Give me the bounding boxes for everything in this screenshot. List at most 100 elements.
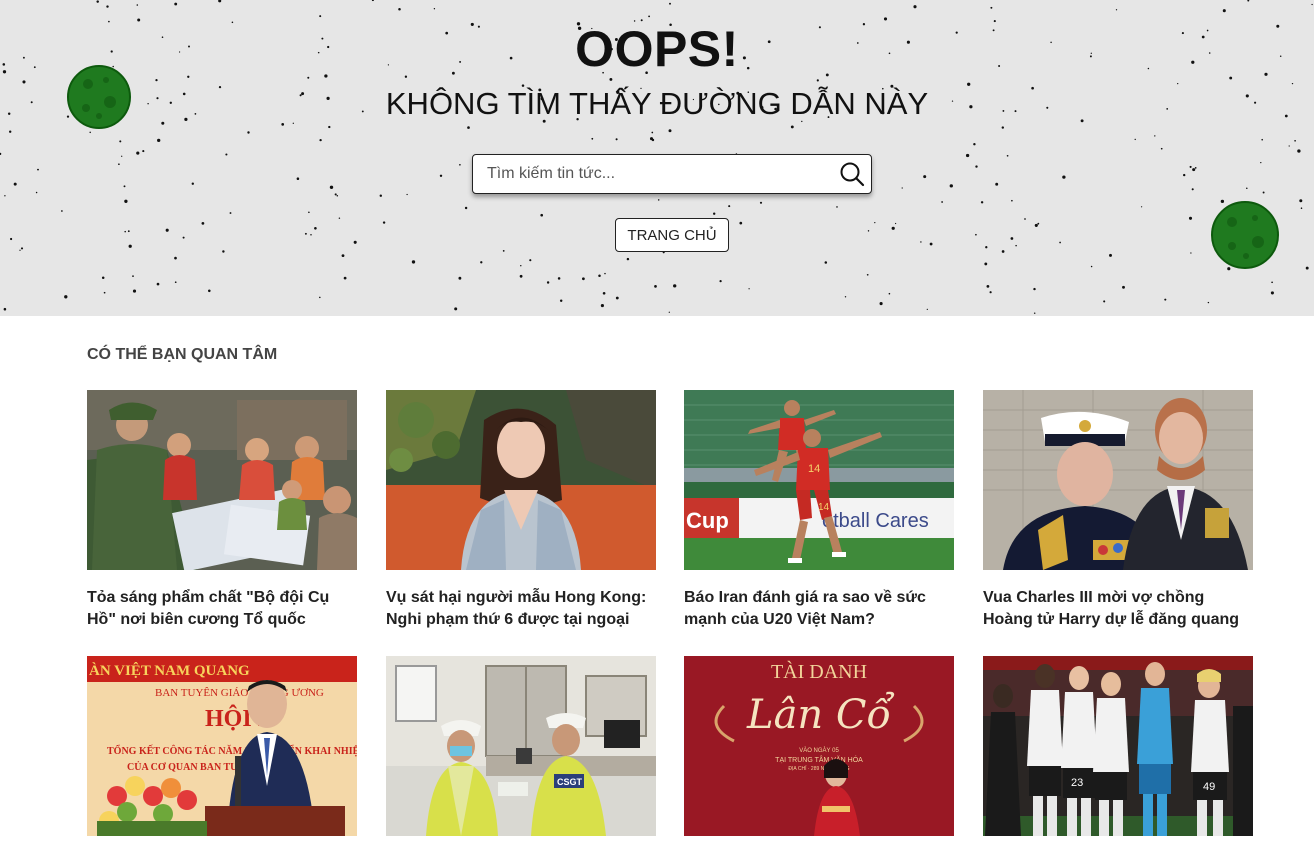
article-thumbnail[interactable]: ÀN VIỆT NAM QUANG BAN TUYÊN GIÁO TRUNG Ư… (87, 656, 357, 836)
banner-org-text: BAN TUYÊN GIÁO TRUNG ƯƠNG (155, 687, 324, 699)
star-dot (790, 125, 794, 129)
article-thumbnail[interactable] (386, 390, 656, 570)
article-title[interactable]: Vua Charles III mời vợ chồng Hoàng tử Ha… (983, 587, 1253, 631)
article-thumbnail[interactable]: TÀI DANH Lân Cổ VÀO NGÀY 05 TẠI TRUNG TÂ… (684, 656, 954, 836)
star-dot (1115, 9, 1118, 11)
article-thumbnail[interactable] (87, 390, 357, 570)
star-dot (986, 285, 990, 288)
star-dot (1034, 223, 1038, 227)
star-dot (1006, 154, 1009, 157)
star-dot (22, 80, 26, 84)
star-dot (1222, 9, 1226, 13)
star-dot (124, 199, 128, 203)
search-icon[interactable] (839, 161, 865, 187)
star-dot (989, 291, 992, 294)
star-dot (949, 184, 953, 188)
article-card[interactable]: Cup otball Cares 14 14 Báo Iran đánh giá (684, 390, 954, 631)
star-dot (615, 138, 618, 141)
star-dot (657, 199, 660, 201)
star-dot (995, 182, 999, 186)
star-dot (1033, 287, 1036, 291)
star-dot (980, 201, 984, 204)
star-dot (759, 201, 763, 204)
home-button[interactable]: TRANG CHỦ (615, 218, 729, 252)
star-dot (975, 165, 978, 168)
star-dot (1062, 175, 1066, 179)
star-dot (651, 138, 655, 142)
star-dot (816, 79, 819, 82)
star-dot (0, 152, 2, 155)
article-card[interactable]: Tỏa sáng phẩm chất "Bộ đội Cụ Hồ" nơi bi… (87, 390, 357, 631)
star-dot (1011, 199, 1013, 202)
banner-line1-text: TỔNG KẾT CÔNG TÁC NĂM 2022; TRIỂN KHAI N… (107, 744, 357, 757)
star-dot (1262, 191, 1265, 194)
star-dot (161, 121, 165, 125)
star-dot (64, 295, 68, 299)
article-card[interactable]: Vụ sát hại người mẫu Hong Kong: Nghi phạ… (386, 390, 656, 631)
star-dot (1305, 266, 1309, 270)
star-dot (136, 4, 139, 6)
star-dot (1015, 244, 1017, 247)
section-title: CÓ THỂ BẠN QUAN TÂM (87, 346, 278, 363)
article-title[interactable]: Tỏa sáng phẩm chất "Bộ đội Cụ Hồ" nơi bi… (87, 587, 357, 631)
star-dot (609, 77, 613, 81)
star-dot (1190, 252, 1192, 254)
star-dot (824, 261, 828, 264)
star-dot (208, 289, 211, 293)
star-dot (1192, 168, 1196, 172)
star-dot (615, 296, 619, 300)
star-dot (582, 277, 585, 281)
star-dot (1261, 138, 1263, 141)
article-card[interactable]: ÀN VIỆT NAM QUANG BAN TUYÊN GIÁO TRUNG Ư… (87, 656, 357, 853)
star-dot (121, 155, 123, 157)
star-dot (9, 130, 12, 133)
star-dot (1037, 222, 1040, 225)
error-title: OOPS! (575, 21, 739, 77)
star-dot (867, 230, 870, 232)
star-dot (1001, 250, 1005, 253)
vest-label: CSGT (557, 777, 583, 787)
star-dot (985, 246, 988, 249)
star-dot (1010, 237, 1014, 240)
star-dot (1183, 173, 1186, 177)
star-dot (923, 175, 927, 179)
star-dot (132, 289, 137, 293)
star-dot (984, 262, 988, 266)
article-thumbnail[interactable]: Cup otball Cares 14 14 (684, 390, 954, 570)
star-dot (371, 0, 374, 2)
star-dot (35, 191, 38, 194)
article-title[interactable]: Vụ sát hại người mẫu Hong Kong: Nghi phạ… (386, 587, 656, 631)
star-dot (156, 282, 160, 286)
star-dot (739, 221, 743, 225)
article-card[interactable]: Vua Charles III mời vợ chồng Hoàng tử Ha… (983, 390, 1253, 631)
article-card[interactable]: TÀI DANH Lân Cổ VÀO NGÀY 05 TẠI TRUNG TÂ… (684, 656, 954, 853)
article-thumbnail[interactable]: 23 49 (983, 656, 1253, 836)
article-thumbnail[interactable] (983, 390, 1253, 570)
star-dot (879, 302, 883, 306)
star-dot (598, 274, 601, 277)
star-dot (1288, 145, 1290, 147)
star-dot (218, 0, 222, 3)
star-dot (1160, 147, 1163, 150)
star-dot (439, 174, 443, 178)
article-thumbnail[interactable]: CSGT (386, 656, 656, 836)
star-dot (247, 131, 250, 134)
banner-text-left: Cup (686, 508, 729, 533)
article-card[interactable]: 23 49 (983, 656, 1253, 853)
poster-top-text: TÀI DANH (771, 660, 867, 683)
search-input[interactable] (487, 161, 827, 187)
star-dot (334, 193, 337, 196)
star-dot (866, 273, 869, 276)
article-title[interactable]: Báo Iran đánh giá ra sao về sức mạnh của… (684, 587, 954, 631)
star-dot (874, 221, 876, 224)
star-dot (319, 15, 322, 18)
star-dot (382, 221, 386, 224)
star-dot (520, 265, 522, 267)
star-dot (480, 261, 483, 264)
star-dot (1122, 285, 1125, 289)
article-card[interactable]: CSGT (386, 656, 656, 853)
star-dot (353, 240, 357, 244)
star-dot (965, 153, 970, 158)
search-box (472, 154, 872, 194)
star-dot (467, 126, 470, 129)
